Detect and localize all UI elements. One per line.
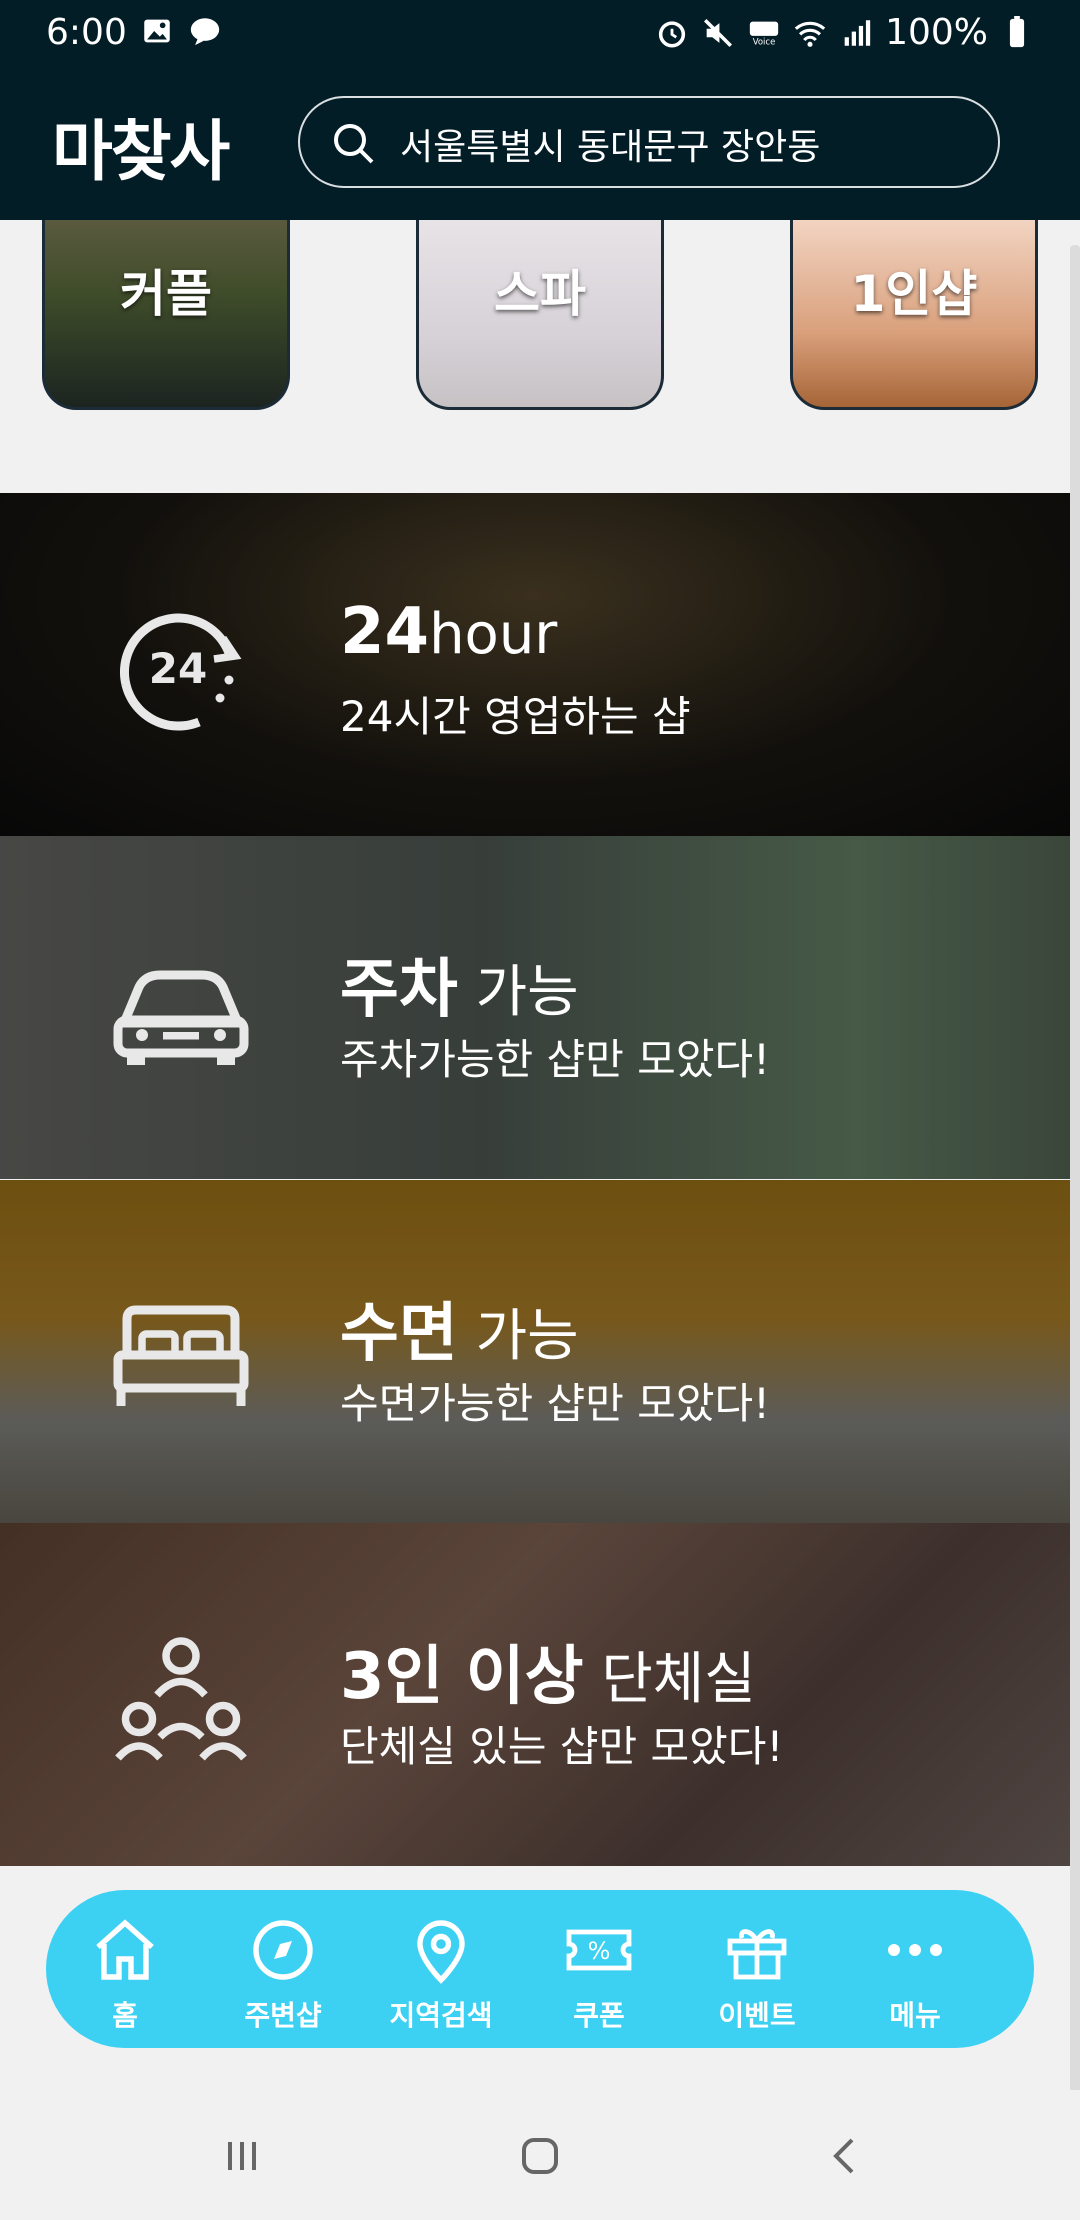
search-icon (334, 124, 374, 164)
talk-icon (190, 18, 220, 46)
coupon-icon: % (566, 1929, 632, 1971)
location-pin-icon (417, 1920, 465, 1984)
category-couple[interactable]: 커플 (42, 220, 290, 410)
scrollbar[interactable] (1070, 245, 1080, 2095)
banner-title: 수면 가능 (340, 1297, 579, 1371)
app-header: 6:00 Voice 100% 마찾사 서울특별시 동대문구 장안동 (0, 0, 1080, 220)
category-label: 스파 (494, 265, 586, 323)
svg-text:24: 24 (149, 644, 207, 693)
signal-icon (844, 19, 871, 46)
bed-icon (113, 1305, 249, 1406)
gift-icon (727, 1929, 787, 1980)
banner-subtitle: 24시간 영업하는 샵 (340, 692, 691, 741)
more-icon (888, 1944, 942, 1956)
24-hours-icon: 24 (120, 613, 242, 731)
nav-region-search[interactable]: 지역검색 (376, 1914, 506, 2034)
banner-sleep[interactable]: 수면 가능 수면가능한 샵만 모았다! (0, 1180, 1070, 1523)
recent-apps-icon[interactable] (218, 2132, 266, 2180)
search-bar[interactable]: 서울특별시 동대문구 장안동 (298, 96, 1000, 188)
group-icon (115, 1637, 247, 1761)
nav-label: 홈 (112, 1999, 138, 2032)
back-icon[interactable] (822, 2132, 870, 2180)
category-label: 1인샵 (850, 265, 978, 323)
nav-menu[interactable]: 메뉴 (850, 1914, 980, 2034)
nav-home[interactable]: 홈 (60, 1914, 190, 2034)
svg-text:Voice: Voice (753, 37, 776, 47)
battery-percent: 100% (885, 12, 988, 53)
bottom-navigation: 홈 주변샵 지역검색 % 쿠폰 이벤트 메뉴 (46, 1890, 1034, 2048)
status-bar: 6:00 Voice 100% (0, 0, 1080, 66)
nav-label: 쿠폰 (573, 1999, 625, 2032)
nav-label: 이벤트 (718, 1999, 796, 2032)
compass-icon (253, 1920, 313, 1980)
category-row: 커플 스파 1인샵 (0, 220, 1080, 490)
banner-title: 3인 이상 단체실 (340, 1640, 756, 1714)
nav-label: 지역검색 (389, 1999, 493, 2032)
car-icon (113, 970, 249, 1065)
banner-subtitle: 수면가능한 샵만 모았다! (340, 1379, 770, 1428)
banner-parking[interactable]: 주차 가능 주차가능한 샵만 모았다! (0, 836, 1070, 1179)
wifi-icon (794, 21, 826, 47)
banner-group-room[interactable]: 3인 이상 단체실 단체실 있는 샵만 모았다! (0, 1523, 1070, 1866)
gallery-icon (144, 19, 170, 43)
status-time: 6:00 (46, 12, 127, 53)
search-location-text: 서울특별시 동대문구 장안동 (400, 127, 821, 168)
app-logo[interactable]: 마찾사 (52, 98, 230, 194)
nav-label: 주변샵 (244, 1999, 322, 2032)
alarm-icon (658, 20, 686, 48)
nav-coupon[interactable]: % 쿠폰 (534, 1914, 664, 2034)
home-icon (96, 1919, 154, 1980)
svg-text:%: % (588, 1937, 611, 1965)
home-button-icon[interactable] (516, 2132, 564, 2180)
nav-event[interactable]: 이벤트 (692, 1914, 822, 2034)
nav-nearby[interactable]: 주변샵 (218, 1914, 348, 2034)
nav-label: 메뉴 (889, 1999, 941, 2032)
hd-voice-icon: Voice (749, 21, 779, 47)
banner-title: 주차 가능 (340, 953, 579, 1027)
system-navigation-bar (0, 2090, 1080, 2220)
category-label: 커플 (120, 265, 212, 323)
category-spa[interactable]: 스파 (416, 220, 664, 410)
category-single-shop[interactable]: 1인샵 (790, 220, 1038, 410)
battery-icon (1009, 15, 1025, 47)
banner-subtitle: 주차가능한 샵만 모았다! (340, 1035, 770, 1084)
banner-24hour[interactable]: 24 24hour 24시간 영업하는 샵 (0, 493, 1070, 836)
banner-subtitle: 단체실 있는 샵만 모았다! (340, 1722, 784, 1771)
mute-icon (704, 18, 733, 47)
banner-title: 24hour (340, 595, 558, 669)
